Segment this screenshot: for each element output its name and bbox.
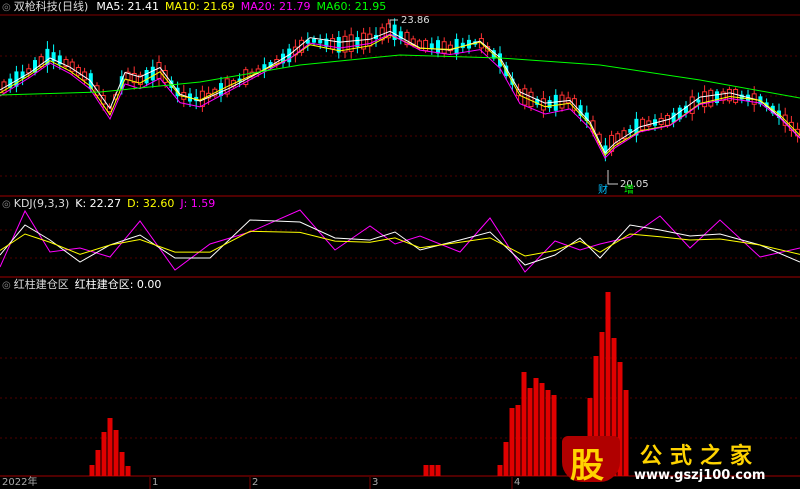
- red-bar: [119, 452, 125, 476]
- red-bar: [429, 465, 435, 476]
- candle: [367, 27, 373, 53]
- red-bar: [101, 432, 107, 476]
- candle: [330, 34, 336, 54]
- red-bar: [527, 388, 533, 476]
- candle: [726, 86, 732, 104]
- candle: [361, 27, 367, 55]
- candle: [137, 71, 143, 88]
- date-label-1: 1: [152, 477, 159, 488]
- chart-canvas[interactable]: 23.86 20.05 财 增: [0, 0, 800, 489]
- candle: [125, 67, 131, 85]
- red-bar: [125, 466, 131, 476]
- red-bar: [539, 383, 545, 476]
- moving-average-lines: [0, 30, 800, 159]
- candle: [708, 88, 714, 109]
- watermark-site-name: 公式之家: [640, 444, 761, 469]
- red-bar: [113, 430, 119, 476]
- candle: [404, 29, 410, 48]
- red-bar: [423, 465, 429, 476]
- watermark-url: www.gszj100.com: [634, 468, 766, 483]
- candle: [45, 41, 50, 73]
- candle: [305, 32, 310, 51]
- red-bar: [551, 395, 557, 476]
- red-bar: [435, 465, 441, 476]
- candle: [392, 18, 397, 47]
- watermark: 股 公式之家 www.gszj100.com: [558, 436, 798, 486]
- red-bar: [95, 450, 101, 476]
- candle: [715, 88, 719, 106]
- kdj-lines: [0, 209, 800, 273]
- red-bar: [545, 390, 551, 476]
- kdj-line: [0, 209, 800, 273]
- candle: [720, 88, 726, 105]
- red-bar: [89, 465, 95, 476]
- candle: [150, 59, 155, 88]
- red-bar: [515, 405, 521, 476]
- candle: [441, 37, 447, 58]
- red-bar: [509, 408, 515, 476]
- badge-cai[interactable]: 财: [598, 183, 608, 196]
- date-label-2: 2: [252, 477, 259, 488]
- candle: [634, 111, 639, 143]
- date-label-start: 2022年: [2, 477, 38, 488]
- candle: [342, 30, 348, 59]
- candle: [324, 33, 329, 53]
- watermark-logo-glyph: 股: [570, 446, 604, 486]
- candle: [63, 56, 69, 70]
- candle: [628, 124, 633, 137]
- candle: [733, 87, 739, 105]
- high-price-label: 23.86: [401, 15, 430, 26]
- date-label-3: 3: [372, 477, 379, 488]
- candle: [535, 96, 540, 108]
- red-bar: [503, 442, 509, 476]
- candle: [689, 89, 695, 121]
- red-bar: [521, 372, 527, 476]
- red-bar: [107, 418, 113, 476]
- candle: [447, 41, 453, 55]
- candle: [739, 90, 744, 104]
- date-label-4: 4: [514, 477, 521, 488]
- red-bar: [497, 465, 503, 476]
- candle: [262, 57, 267, 79]
- candle: [144, 67, 149, 87]
- candle: [547, 96, 552, 112]
- candle: [156, 55, 162, 86]
- candle: [398, 26, 403, 45]
- red-bar: [533, 378, 539, 476]
- candle: [702, 85, 708, 114]
- kdj-line: [0, 230, 800, 257]
- candle: [355, 30, 360, 54]
- red-bars: [89, 292, 629, 476]
- badge-zeng[interactable]: 增: [624, 183, 634, 196]
- candle: [348, 27, 354, 59]
- candle: [336, 31, 341, 59]
- candle: [436, 36, 440, 58]
